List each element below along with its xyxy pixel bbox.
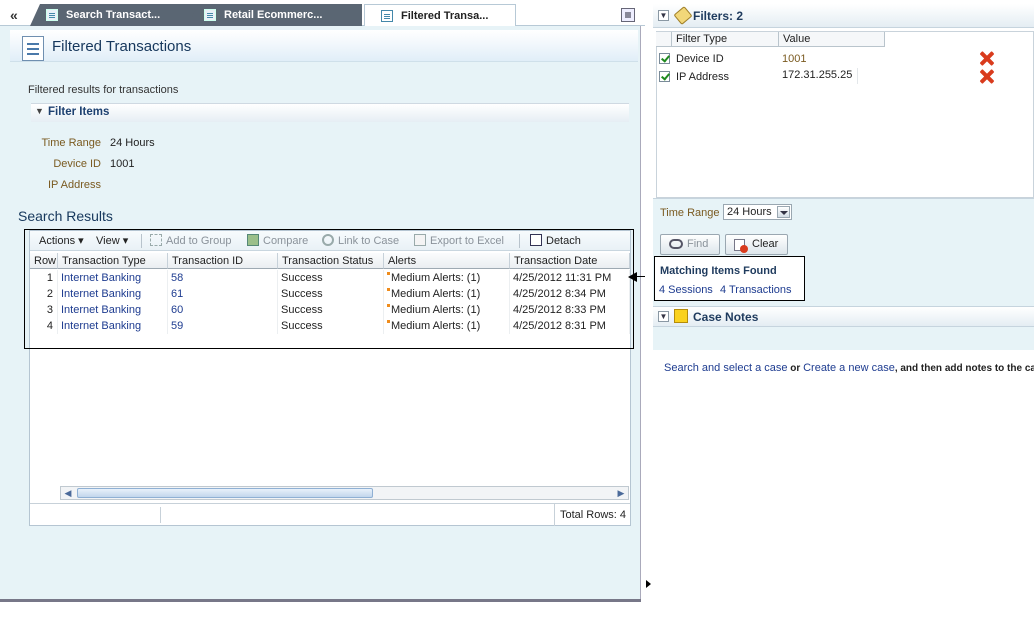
total-rows: Total Rows: 4 xyxy=(560,509,627,521)
search-results-title: Search Results xyxy=(18,208,113,224)
delete-filter-icon[interactable] xyxy=(979,69,994,84)
case-notes-toolbar xyxy=(653,328,1034,350)
filter-items-header[interactable]: ▼ Filter Items xyxy=(31,103,629,122)
table-icon xyxy=(46,9,58,21)
case-notes-instructions: Search and select a case or Create a new… xyxy=(664,362,1034,374)
callout-highlight-box xyxy=(24,229,634,349)
pane-splitter[interactable] xyxy=(645,0,653,602)
footer-divider xyxy=(160,507,161,523)
tab-label: Retail Ecommerc... xyxy=(224,9,323,21)
chevron-down-icon[interactable]: ▼ xyxy=(658,10,669,21)
search-case-link[interactable]: Search and select a case xyxy=(664,362,788,374)
chevron-down-icon[interactable]: ▼ xyxy=(35,106,44,116)
find-label: Find xyxy=(687,238,709,250)
scrollbar-thumb[interactable] xyxy=(77,488,373,498)
filter-label-ip-address: IP Address xyxy=(48,179,101,191)
filter-row[interactable]: Device ID 1001 xyxy=(656,50,1034,68)
case-notes-rest-text: , and then add notes to the ca xyxy=(894,363,1034,374)
column-header-filter-type[interactable]: Filter Type xyxy=(672,32,779,47)
column-header-value[interactable]: Value xyxy=(779,32,885,47)
filter-value-device-id: 1001 xyxy=(110,158,135,170)
callout-arrow-icon xyxy=(628,272,637,282)
table-icon xyxy=(204,9,216,21)
tab-label: Search Transact... xyxy=(66,9,161,21)
results-description: Filtered results for transactions xyxy=(28,84,179,96)
chevron-down-icon[interactable]: ▼ xyxy=(658,311,669,322)
scroll-left-icon[interactable]: ◀ xyxy=(62,488,74,498)
detach-window-icon[interactable] xyxy=(621,8,635,22)
filter-value-time-range: 24 Hours xyxy=(110,137,155,149)
sessions-link[interactable]: 4 Sessions xyxy=(659,284,713,296)
find-button[interactable]: Find xyxy=(660,234,720,255)
binoculars-icon xyxy=(669,239,683,249)
chevron-down-icon[interactable] xyxy=(777,206,790,218)
tab-filtered-transactions[interactable]: Filtered Transa... xyxy=(364,4,516,27)
filter-enabled-checkbox[interactable] xyxy=(659,71,670,82)
filter-type: IP Address xyxy=(676,71,729,83)
or-text: or xyxy=(787,363,804,374)
delete-filter-icon[interactable] xyxy=(979,51,994,66)
create-case-link[interactable]: Create a new case xyxy=(803,362,895,374)
tab-retail-ecommerce[interactable]: Retail Ecommerc... xyxy=(188,4,362,26)
clear-x-icon xyxy=(740,245,748,253)
case-notes-body xyxy=(653,350,1034,624)
filter-label-time-range: Time Range xyxy=(41,137,101,149)
time-range-label: Time Range xyxy=(660,207,720,219)
matching-items-title: Matching Items Found xyxy=(660,265,777,277)
expand-right-icon[interactable] xyxy=(646,580,651,588)
clear-button[interactable]: Clear xyxy=(725,234,788,255)
transactions-document-icon xyxy=(18,34,48,62)
filter-value-input[interactable]: 172.31.255.25 xyxy=(780,68,858,84)
clear-label: Clear xyxy=(752,238,779,250)
scroll-right-icon[interactable]: ▶ xyxy=(615,488,627,498)
footer-divider xyxy=(554,504,555,526)
sticky-note-icon xyxy=(674,309,688,323)
filter-enabled-checkbox[interactable] xyxy=(659,53,670,64)
page-title: Filtered Transactions xyxy=(52,38,192,55)
filter-items-title: Filter Items xyxy=(48,106,110,118)
filter-value: 1001 xyxy=(782,53,807,65)
filter-row[interactable]: IP Address 172.31.255.25 xyxy=(656,68,1034,86)
tab-search-transactions[interactable]: Search Transact... xyxy=(30,4,198,26)
filter-label-device-id: Device ID xyxy=(53,158,101,170)
horizontal-scrollbar[interactable]: ◀ ▶ xyxy=(60,486,629,500)
transactions-link[interactable]: 4 Transactions xyxy=(720,284,792,296)
table-footer xyxy=(30,503,630,526)
table-icon xyxy=(381,10,393,22)
case-notes-title: Case Notes xyxy=(693,310,759,324)
column-header-blank xyxy=(656,32,672,47)
double-chevron-left-icon[interactable]: « xyxy=(10,8,18,22)
filter-type: Device ID xyxy=(676,53,724,65)
time-range-select[interactable]: 24 Hours xyxy=(723,204,792,220)
time-range-value: 24 Hours xyxy=(727,206,772,218)
filters-title: Filters: 2 xyxy=(693,9,744,23)
tab-label: Filtered Transa... xyxy=(401,10,489,22)
